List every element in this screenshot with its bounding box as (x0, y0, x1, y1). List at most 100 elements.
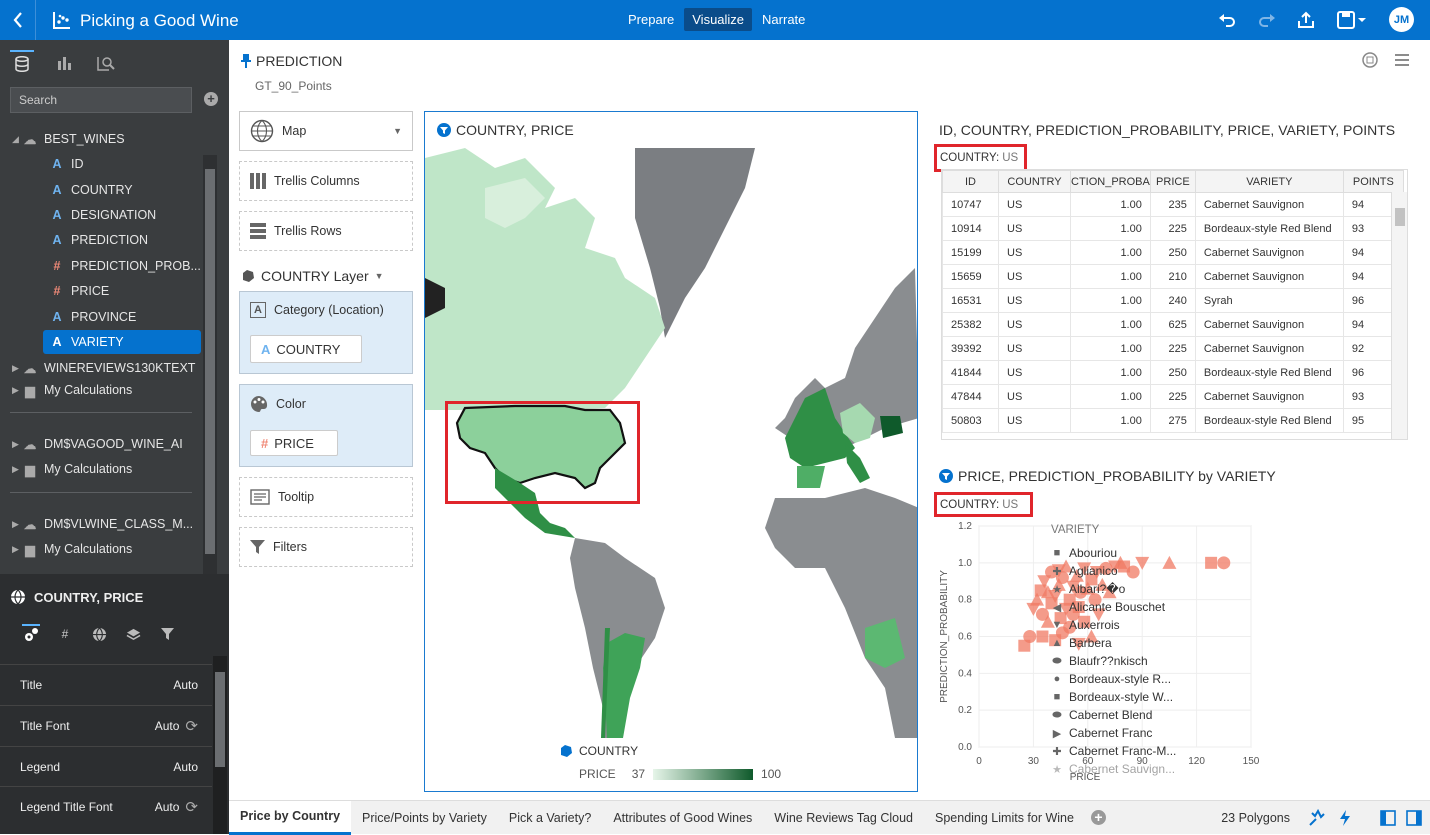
legend-item[interactable]: ▶ Cabernet Franc (1051, 724, 1176, 742)
search-input[interactable]: Search (10, 87, 192, 113)
color-drop[interactable]: Color # PRICE (239, 384, 413, 467)
add-canvas-button[interactable]: + (1090, 810, 1106, 825)
tree-folder[interactable]: ▶ ▆ My Calculations (12, 378, 197, 402)
reset-icon[interactable]: ⟳ (185, 717, 198, 735)
property-value[interactable]: Auto (155, 719, 180, 733)
canvas-tab[interactable]: Wine Reviews Tag Cloud (763, 801, 924, 835)
legend-item[interactable]: ◀ Alicante Bouschet (1051, 598, 1176, 616)
caret-right-icon[interactable]: ▶ (12, 544, 22, 555)
tree-column[interactable]: A COUNTRY (43, 178, 201, 202)
legend-item[interactable]: ⬬ Blaufr??nkisch (1051, 652, 1176, 670)
properties-scrollbar[interactable] (213, 656, 227, 834)
caret-right-icon[interactable]: ▶ (12, 519, 22, 530)
data-panel-scrollbar[interactable] (203, 155, 217, 610)
undo-icon[interactable] (1217, 10, 1237, 30)
auto-insights-icon[interactable] (1308, 808, 1326, 827)
tree-column[interactable]: A DESIGNATION (43, 203, 201, 227)
category-drop[interactable]: A Category (Location) A COUNTRY (239, 291, 413, 374)
legend-item[interactable]: ★ Albari?�o (1051, 580, 1176, 598)
canvas-tab[interactable]: Spending Limits for Wine (924, 801, 1085, 835)
canvas-tab[interactable]: Price/Points by Variety (351, 801, 498, 835)
table-row[interactable]: 15659 US 1.00 210 Cabernet Sauvignon 94 (942, 264, 1404, 289)
filters-drop[interactable]: Filters (239, 527, 413, 567)
column-header[interactable]: POINTS (1342, 170, 1404, 193)
general-tab[interactable] (22, 624, 40, 644)
table-filter-badge[interactable]: COUNTRY: US (934, 144, 1027, 172)
map-tab[interactable] (90, 624, 108, 644)
column-header[interactable]: ID (942, 170, 999, 193)
assistant-icon[interactable] (1361, 51, 1379, 69)
property-row[interactable]: Legend Auto (0, 746, 212, 786)
property-value[interactable]: Auto (173, 678, 198, 692)
refresh-bolt-icon[interactable] (1338, 809, 1352, 827)
data-table[interactable]: ID COUNTRY CTION_PROBA PRICE VARIETY POINTS 1… (941, 169, 1408, 440)
share-icon[interactable] (1296, 10, 1316, 30)
filter-tab[interactable] (158, 624, 176, 644)
visualizations-tab[interactable] (52, 50, 76, 76)
tree-column[interactable]: A VARIETY (43, 330, 201, 354)
trellis-columns-drop[interactable]: Trellis Columns (239, 161, 413, 201)
map-visualization[interactable]: COUNTRY, PRICE COUNTRY PRICE 37 100 (424, 111, 918, 792)
tree-dataset[interactable]: ▶ ☁ WINEREVIEWS130KTEXT (12, 356, 197, 380)
caret-right-icon[interactable]: ▶ (12, 464, 22, 475)
table-row[interactable]: 16531 US 1.00 240 Syrah 96 (942, 288, 1404, 313)
viz-type-selector[interactable]: Map ▼ (239, 111, 413, 151)
layers-tab[interactable] (124, 624, 142, 644)
legend-item[interactable]: ✚ Cabernet Franc-M... (1051, 742, 1176, 760)
values-tab[interactable]: # (56, 624, 74, 644)
back-button[interactable] (0, 0, 36, 40)
table-row[interactable]: 15199 US 1.00 250 Cabernet Sauvignon 94 (942, 240, 1404, 265)
menu-icon[interactable] (1393, 52, 1411, 68)
column-header[interactable]: PRICE (1149, 170, 1196, 193)
tree-dataset[interactable]: ▶ ☁ DM$VAGOOD_WINE_AI (12, 432, 197, 456)
table-scrollbar[interactable] (1391, 192, 1407, 439)
tree-column[interactable]: A PROVINCE (43, 305, 201, 329)
save-icon[interactable] (1336, 10, 1368, 30)
layer-selector[interactable]: COUNTRY Layer ▼ (241, 268, 384, 284)
user-avatar[interactable]: JM (1389, 7, 1414, 32)
property-row[interactable]: Legend Title Font Auto ⟳ (0, 786, 212, 826)
caret-right-icon[interactable]: ▶ (12, 385, 22, 396)
caret-right-icon[interactable]: ▶ (12, 439, 22, 450)
legend-item[interactable]: ⬬ Cabernet Blend (1051, 706, 1176, 724)
tab-prepare[interactable]: Prepare (620, 8, 682, 31)
add-data-button[interactable]: + (204, 92, 218, 106)
tree-column[interactable]: # PRICE (43, 279, 201, 303)
tab-narrate[interactable]: Narrate (754, 8, 813, 31)
column-header[interactable]: VARIETY (1194, 170, 1344, 193)
property-value[interactable]: Auto (155, 800, 180, 814)
legend-item[interactable]: ✚ Aglianico (1051, 562, 1176, 580)
tree-dataset[interactable]: ◢ ☁ BEST_WINES (12, 127, 197, 151)
category-pill[interactable]: A COUNTRY (250, 335, 362, 363)
tree-column[interactable]: A ID (43, 152, 201, 176)
tree-folder[interactable]: ▶ ▆ My Calculations (12, 537, 197, 561)
legend-item[interactable]: ▼ Auxerrois (1051, 616, 1176, 634)
scatter-filter-badge[interactable]: COUNTRY: US (934, 492, 1033, 517)
redo-icon[interactable] (1257, 10, 1277, 30)
tree-column[interactable]: # PREDICTION_PROB... (43, 254, 201, 278)
caret-right-icon[interactable]: ▶ (12, 363, 22, 374)
table-row[interactable]: 39392 US 1.00 225 Cabernet Sauvignon 92 (942, 336, 1404, 361)
reset-icon[interactable]: ⟳ (185, 798, 198, 816)
tree-column[interactable]: A PREDICTION (43, 228, 201, 252)
color-pill[interactable]: # PRICE (250, 430, 338, 456)
table-row[interactable]: 10747 US 1.00 235 Cabernet Sauvignon 94 (942, 192, 1404, 217)
canvas-tab[interactable]: Pick a Variety? (498, 801, 602, 835)
property-row[interactable]: Title Font Auto ⟳ (0, 705, 212, 745)
right-panel-toggle-icon[interactable] (1406, 809, 1422, 826)
tab-visualize[interactable]: Visualize (684, 8, 753, 31)
legend-item[interactable]: ■ Bordeaux-style W... (1051, 688, 1176, 706)
legend-item[interactable]: ▲ Barbera (1051, 634, 1176, 652)
column-header[interactable]: CTION_PROBA (1070, 170, 1151, 193)
data-elements-tab[interactable] (10, 50, 34, 76)
table-row[interactable]: 41844 US 1.00 250 Bordeaux-style Red Blend 96 (942, 360, 1404, 385)
caret-down-icon[interactable]: ◢ (12, 134, 22, 145)
tree-folder[interactable]: ▶ ▆ My Calculations (12, 457, 197, 481)
canvas-tab[interactable]: Price by Country (229, 800, 352, 835)
legend-item[interactable]: ★ Cabernet Sauvign... (1051, 760, 1176, 778)
trellis-rows-drop[interactable]: Trellis Rows (239, 211, 413, 251)
property-row[interactable]: Title Auto (0, 664, 212, 704)
table-row[interactable]: 10914 US 1.00 225 Bordeaux-style Red Blend 93 (942, 216, 1404, 241)
analytics-tab[interactable] (94, 50, 118, 76)
tree-dataset[interactable]: ▶ ☁ DM$VLWINE_CLASS_M... (12, 512, 197, 536)
